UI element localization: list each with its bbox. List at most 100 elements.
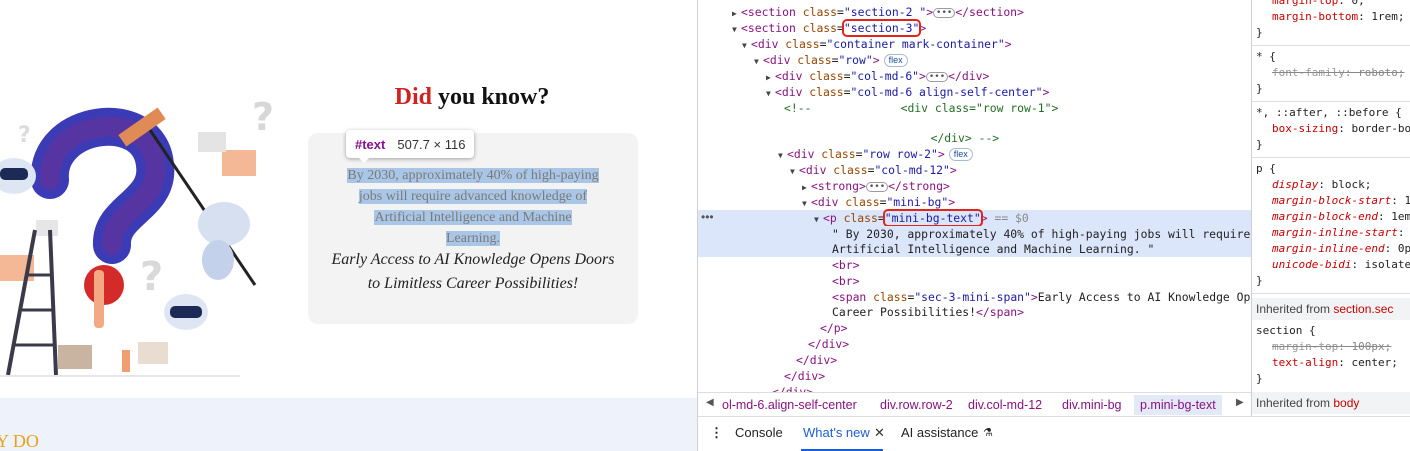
close-tab-icon[interactable]: ✕ [874,425,885,441]
rule-close-brace: } [1256,274,1263,287]
collapsed-ellipsis-icon[interactable]: ••• [933,8,956,18]
tag-bracket: > [919,69,926,83]
css-selector: *, ::after, ::before { [1256,106,1402,119]
attr-eq: = [837,21,844,35]
tag-name: <section [741,5,796,19]
breadcrumb-item-active[interactable]: p.mini-bg-text [1134,395,1222,415]
breadcrumb-item[interactable]: div.mini-bg [1062,398,1122,412]
dom-node-line[interactable]: Career Possibilities!</span> [698,304,1251,320]
heading-rest: you know? [431,84,550,110]
closing-tag: </div> [808,337,850,351]
rule-separator [1252,293,1410,294]
tag-name: <span [832,290,867,304]
tag-name: <div [787,147,815,161]
elements-tree[interactable]: ▶ <section class="section-2 "> ••• </sectio… [698,0,1251,392]
closing-tag: </p> [820,321,848,335]
closing-tag: </div> [784,369,826,383]
rule-close-brace: } [1256,82,1263,95]
attr-name: class [802,21,838,35]
dom-node-line[interactable]: </div> [698,352,1251,368]
css-value: 1em; [1391,210,1410,223]
css-colon: : [1391,194,1405,207]
breadcrumb-scroll-left-icon[interactable]: ◀ [706,397,714,408]
styles-pane[interactable]: margin-top: 0; margin-bottom: 1rem;} * {fo… [1251,0,1410,416]
css-declaration: margin-top: 0; [1272,0,1365,8]
attr-value: "row row-2" [862,147,938,161]
collapsed-ellipsis-icon[interactable]: ••• [865,182,889,192]
dom-node-line[interactable]: </div> --> [698,130,1251,146]
css-declaration: margin-block-end: 1em; [1272,210,1410,224]
closing-tag: </div> [948,69,990,83]
breadcrumb-item[interactable]: ol-md-6.align-self-center [722,398,857,412]
inherited-label: Inherited from [1256,396,1334,410]
text-node: Career Possibilities! [832,305,977,319]
dom-node-line[interactable]: </div> [698,336,1251,352]
dom-node-line[interactable]: Artificial Intelligence and Machine Lear… [698,241,1251,257]
tooltip-node-name: #text [355,136,386,152]
dom-node-line[interactable]: ▼ <section class="section-3"> [698,19,1251,37]
dom-node-line[interactable]: ▼ <div class="row"> flex [698,52,1251,68]
dom-node-line[interactable]: <br> [698,257,1251,273]
dom-node-line[interactable]: ▼ <div class="mini-bg"> [698,194,1251,210]
tag-name: <div [811,195,839,209]
dom-node-line[interactable]: </div> [698,384,1251,392]
rule-separator [1252,157,1410,158]
attr-value: "col-md-6 align-self-center" [850,85,1043,99]
css-value: block; [1331,178,1372,191]
flex-badge[interactable]: flex [883,54,908,67]
css-value: center; [1351,356,1398,369]
tab-console[interactable]: Console [735,425,783,440]
css-property: margin-inline-end [1272,242,1385,255]
tag-name: <div [799,163,827,177]
tab-whats-new[interactable]: What's new [803,425,870,440]
css-value: 0px; [1397,242,1410,255]
tooltip-dimensions: 507.7 × 116 [397,136,466,152]
tag-bracket: > [926,5,934,19]
css-value: isolate; [1364,258,1410,271]
dom-node-line[interactable]: <span class="sec-3-mini-span">Early Acce… [698,289,1251,305]
collapsed-ellipsis-icon[interactable]: ••• [925,72,949,82]
dom-node-line[interactable]: ▼ <div class="col-md-6 align-self-center"… [698,84,1251,100]
css-declaration: box-sizing: border-box; [1272,122,1410,136]
attr-name: class [873,290,908,304]
attr-name: class [785,37,820,51]
dom-node-line[interactable]: ▶ <strong> ••• </strong> [698,178,1251,194]
css-colon: : [1384,242,1398,255]
br-tag: <br> [832,274,860,288]
dom-node-line[interactable]: </p> [698,320,1251,336]
dom-node-line[interactable]: ▼ <p class="mini-bg-text"> == $0 [698,209,1251,227]
dom-node-line[interactable]: <br> [698,273,1251,289]
attr-value: "sec-3-mini-span" [914,290,1031,304]
dom-node-line[interactable]: </div> [698,368,1251,384]
tag-bracket: > [1030,290,1038,304]
text-node: Artificial Intelligence and Machine Lear… [832,242,1155,256]
tag-name: <section [741,21,796,35]
css-property: font-family [1272,66,1345,79]
css-colon: : [1318,178,1332,191]
dom-node-line[interactable]: ▶ <section class="section-2 "> ••• </sectio… [698,4,1251,20]
breadcrumb-scroll-right-icon[interactable]: ▶ [1236,397,1244,408]
flex-badge[interactable]: flex [948,148,973,161]
dom-node-line[interactable]: <!-- <div class="row row-1"> [698,100,1251,116]
css-selector: p { [1256,162,1276,175]
breadcrumb-item[interactable]: div.row.row-2 [880,398,953,412]
dom-node-line[interactable]: ▶ <div class="col-md-6"> ••• </div> [698,68,1251,84]
attr-value: "col-md-6" [850,69,920,83]
breadcrumb-item[interactable]: div.col-md-12 [968,398,1042,412]
tag-name: <strong [811,179,860,193]
attr-name: class [843,211,878,225]
node-actions-menu-icon[interactable]: ••• [701,210,714,224]
dom-node-line[interactable]: " By 2030, approximately 40% of high-pay… [698,226,1251,242]
tag-name: <p [823,211,837,225]
inherited-from-header: Inherited from body [1252,392,1410,414]
css-colon: : [1344,66,1359,79]
drawer-menu-icon[interactable]: ⋮ [710,425,723,441]
tab-ai-assistance[interactable]: AI assistance [901,425,978,440]
tag-name: <div [775,85,803,99]
dom-node-line[interactable]: ▼ <div class="row row-2"> flex [698,146,1251,162]
flask-icon: ⚗ [983,427,993,439]
dom-node-line[interactable]: ▼ <div class="container mark-container"> [698,36,1251,52]
dom-node-line[interactable]: ▼ <div class="col-md-12"> [698,162,1251,178]
drawer-tabbar: ⋮ Console What's new ✕ AI assistance ⚗ [698,416,1410,451]
